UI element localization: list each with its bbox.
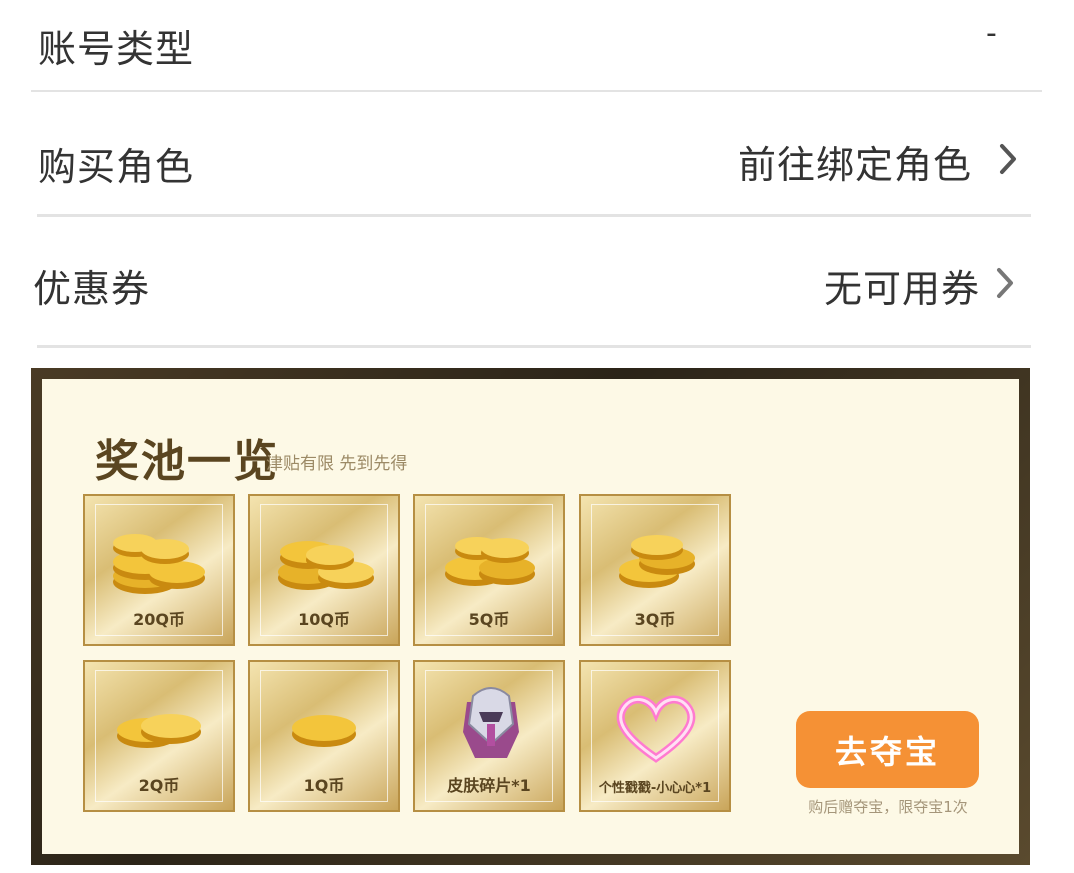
prize-label: 5Q币 [468,610,510,629]
prize-card: 1Q币 [248,660,400,812]
prize-label: 20Q币 [133,610,185,629]
prize-card: 皮肤碎片*1 [413,660,565,812]
bind-role-link[interactable]: 前往绑定角色 [738,134,972,189]
prize-card: 3Q币 [579,494,731,646]
treasure-note: 购后赠夺宝，限夺宝1次 [808,798,968,816]
prize-card: 20Q币 [83,494,235,646]
prize-pool-title: 奖池一览 [95,436,279,487]
prize-label: 10Q币 [298,610,350,629]
prize-card: 5Q币 [413,494,565,646]
prize-label: 3Q币 [634,610,676,629]
prize-card: 10Q币 [248,494,400,646]
divider [37,345,1031,348]
prize-label: 个性戳戳-小心心*1 [598,781,712,796]
prize-label: 2Q币 [138,776,180,795]
prize-label: 1Q币 [303,776,345,795]
account-type-value: - [986,16,998,51]
prize-label: 皮肤碎片*1 [447,776,531,795]
prize-pool-subtitle: 津贴有限 先到先得 [266,454,408,474]
chevron-right-icon [997,268,1013,298]
divider [31,90,1042,92]
go-treasure-button[interactable]: 去夺宝 [796,711,979,788]
chevron-right-icon [1000,144,1016,174]
prize-card: 个性戳戳-小心心*1 [579,660,731,812]
divider [37,214,1031,217]
coupon-value[interactable]: 无可用券 [824,258,980,313]
buy-role-label: 购买角色 [38,145,195,189]
coupon-label: 优惠券 [33,267,151,311]
account-type-label: 账号类型 [38,27,195,71]
prize-card: 2Q币 [83,660,235,812]
